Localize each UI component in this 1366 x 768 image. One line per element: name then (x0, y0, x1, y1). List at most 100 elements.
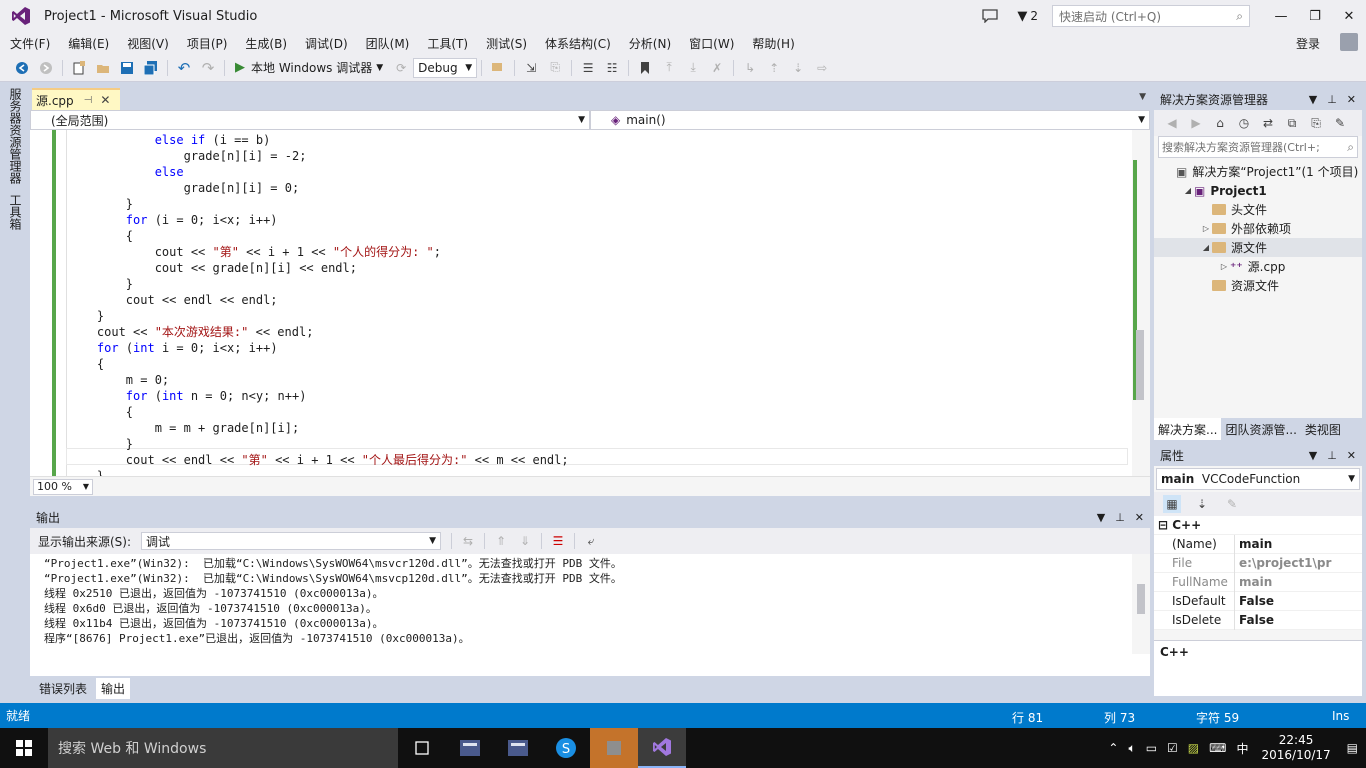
step-into-icon[interactable]: ⇲ (522, 59, 540, 77)
tree-item[interactable]: ▣ 解决方案“Project1”(1 个项目) (1154, 162, 1362, 181)
tab-class-view[interactable]: 类视图 (1301, 418, 1345, 440)
refresh-icon[interactable]: ⟳ (392, 59, 410, 77)
expander-icon[interactable]: ▷ (1218, 262, 1230, 271)
property-row[interactable]: IsDefault False (1154, 591, 1362, 611)
expander-icon[interactable]: ▷ (1200, 224, 1212, 233)
find-message-icon[interactable]: ⇆ (459, 532, 477, 550)
word-wrap-icon[interactable]: ⤶ (582, 532, 600, 550)
sync-icon[interactable]: ⇄ (1259, 114, 1277, 132)
undo-icon[interactable]: ↶ (175, 59, 193, 77)
arrow-right-icon[interactable]: ⇨ (813, 59, 831, 77)
action-center-icon[interactable]: ☑ (1167, 741, 1178, 755)
alphabetical-icon[interactable]: ⇣ (1193, 495, 1211, 513)
forward-icon[interactable] (37, 59, 55, 77)
code-text-area[interactable]: else if (i == b) grade[n][i] = -2; else … (30, 130, 1150, 476)
menu-team[interactable]: 团队(M) (358, 35, 418, 52)
menu-build[interactable]: 生成(B) (237, 35, 295, 52)
previous-message-icon[interactable]: ⇑ (492, 532, 510, 550)
show-all-files-icon[interactable]: ⎘ (1307, 114, 1325, 132)
expander-icon[interactable]: ◢ (1200, 243, 1212, 252)
minimize-button[interactable]: — (1264, 0, 1298, 32)
server-explorer-tab[interactable]: 服务器资源管理器 (8, 88, 24, 184)
tab-team-explorer[interactable]: 团队资源管... (1221, 418, 1300, 440)
next-bookmark-icon[interactable]: ⤓ (684, 59, 702, 77)
prev-bookmark-icon[interactable]: ⤒ (660, 59, 678, 77)
taskbar-search-box[interactable]: 搜索 Web 和 Windows (48, 728, 398, 768)
bookmark-icon[interactable] (636, 59, 654, 77)
forward-icon[interactable]: ▶ (1187, 114, 1205, 132)
uncomment-icon[interactable]: ☷ (603, 59, 621, 77)
window-position-icon[interactable]: ▼ (1309, 93, 1317, 106)
new-project-icon[interactable] (70, 59, 88, 77)
tab-error-list[interactable]: 错误列表 (34, 678, 92, 699)
owl-app-icon[interactable] (590, 728, 638, 768)
menu-edit[interactable]: 编辑(E) (60, 35, 117, 52)
notifications-icon[interactable]: ▤ (1347, 741, 1358, 755)
menu-help[interactable]: 帮助(H) (744, 35, 802, 52)
expander-icon[interactable]: ◢ (1182, 186, 1194, 195)
notifications-button[interactable]: ▼ 2 (1017, 9, 1038, 24)
property-category[interactable]: ⊟ C++ (1154, 516, 1362, 535)
calculator-app-icon[interactable] (446, 728, 494, 768)
editor-vertical-scrollbar[interactable] (1132, 130, 1150, 476)
wrench-icon[interactable]: ✎ (1331, 114, 1349, 132)
property-row[interactable]: File e:\project1\pr (1154, 553, 1362, 573)
close-icon[interactable]: ✕ (1347, 449, 1356, 462)
menu-test[interactable]: 测试(S) (478, 35, 535, 52)
pin-icon[interactable]: ⊥ (1327, 93, 1337, 106)
menu-analyze[interactable]: 分析(N) (621, 35, 679, 52)
property-row[interactable]: IsDelete False (1154, 610, 1362, 630)
tree-item[interactable]: ◢ 源文件 (1154, 238, 1362, 257)
clock[interactable]: 22:45 2016/10/17 (1261, 733, 1330, 763)
property-pages-icon[interactable]: ✎ (1223, 495, 1241, 513)
ime-indicator[interactable]: 中 (1236, 740, 1248, 757)
close-tab-icon[interactable]: ✕ (100, 93, 110, 107)
volume-icon[interactable]: 🔈︎ (1128, 741, 1135, 756)
windows-start-button[interactable] (0, 728, 48, 768)
sign-in-link[interactable]: 登录 (1296, 35, 1320, 52)
find-in-files-icon[interactable] (489, 59, 507, 77)
quick-launch-input[interactable]: 快速启动 (Ctrl+Q) ⌕ (1052, 5, 1250, 27)
property-object-select[interactable]: main VCCodeFunction ▼ (1156, 468, 1360, 490)
sogou-browser-icon[interactable]: S (542, 728, 590, 768)
indent-icon[interactable]: ↳ (741, 59, 759, 77)
save-icon[interactable] (118, 59, 136, 77)
close-button[interactable]: ✕ (1332, 0, 1366, 32)
open-file-icon[interactable] (94, 59, 112, 77)
menu-architecture[interactable]: 体系结构(C) (537, 35, 619, 52)
property-row[interactable]: (Name) main (1154, 534, 1362, 554)
save-all-icon[interactable] (142, 59, 160, 77)
feedback-icon[interactable] (981, 7, 999, 25)
zoom-select[interactable]: 100 % ▼ (33, 478, 93, 495)
move-down-icon[interactable]: ⇣ (789, 59, 807, 77)
scrollbar-thumb[interactable] (1137, 584, 1145, 614)
pin-icon[interactable]: ⊥ (1115, 511, 1125, 524)
scrollbar-thumb[interactable] (1136, 330, 1144, 400)
output-vertical-scrollbar[interactable] (1132, 554, 1150, 654)
close-icon[interactable]: ✕ (1347, 93, 1356, 106)
tree-item[interactable]: ◢ ▣ Project1 (1154, 181, 1362, 200)
menu-debug[interactable]: 调试(D) (297, 35, 356, 52)
visual-studio-taskbar-icon[interactable] (638, 728, 686, 768)
app-tray-icon[interactable]: ▨ (1188, 741, 1199, 755)
home-icon[interactable]: ⌂ (1211, 114, 1229, 132)
property-row[interactable]: FullName main (1154, 572, 1362, 592)
tab-source-cpp[interactable]: 源.cpp ⊣ ✕ (32, 88, 120, 110)
move-up-icon[interactable]: ⇡ (765, 59, 783, 77)
function-dropdown[interactable]: ◈ main() ▼ (590, 110, 1150, 130)
clear-bookmarks-icon[interactable]: ✗ (708, 59, 726, 77)
clear-all-icon[interactable]: ☰ (549, 532, 567, 550)
toolbox-tab[interactable]: 工具箱 (8, 194, 24, 230)
tree-item[interactable]: ▷ ⁺⁺ 源.cpp (1154, 257, 1362, 276)
step-over-icon[interactable]: ⎘ (546, 59, 564, 77)
chevron-up-icon[interactable]: ⌃ (1108, 741, 1118, 755)
categorized-icon[interactable]: ▦ (1163, 495, 1181, 513)
calculator-app-icon-2[interactable] (494, 728, 542, 768)
output-text-area[interactable]: “Project1.exe”(Win32): 已加载“C:\Windows\Sy… (30, 554, 1150, 646)
menu-file[interactable]: 文件(F) (2, 35, 58, 52)
tree-item[interactable]: 资源文件 (1154, 276, 1362, 295)
tab-list-dropdown-icon[interactable]: ▼ (1139, 92, 1146, 102)
window-position-icon[interactable]: ▼ (1097, 511, 1105, 524)
tab-output[interactable]: 输出 (96, 677, 131, 699)
menu-project[interactable]: 项目(P) (179, 35, 236, 52)
